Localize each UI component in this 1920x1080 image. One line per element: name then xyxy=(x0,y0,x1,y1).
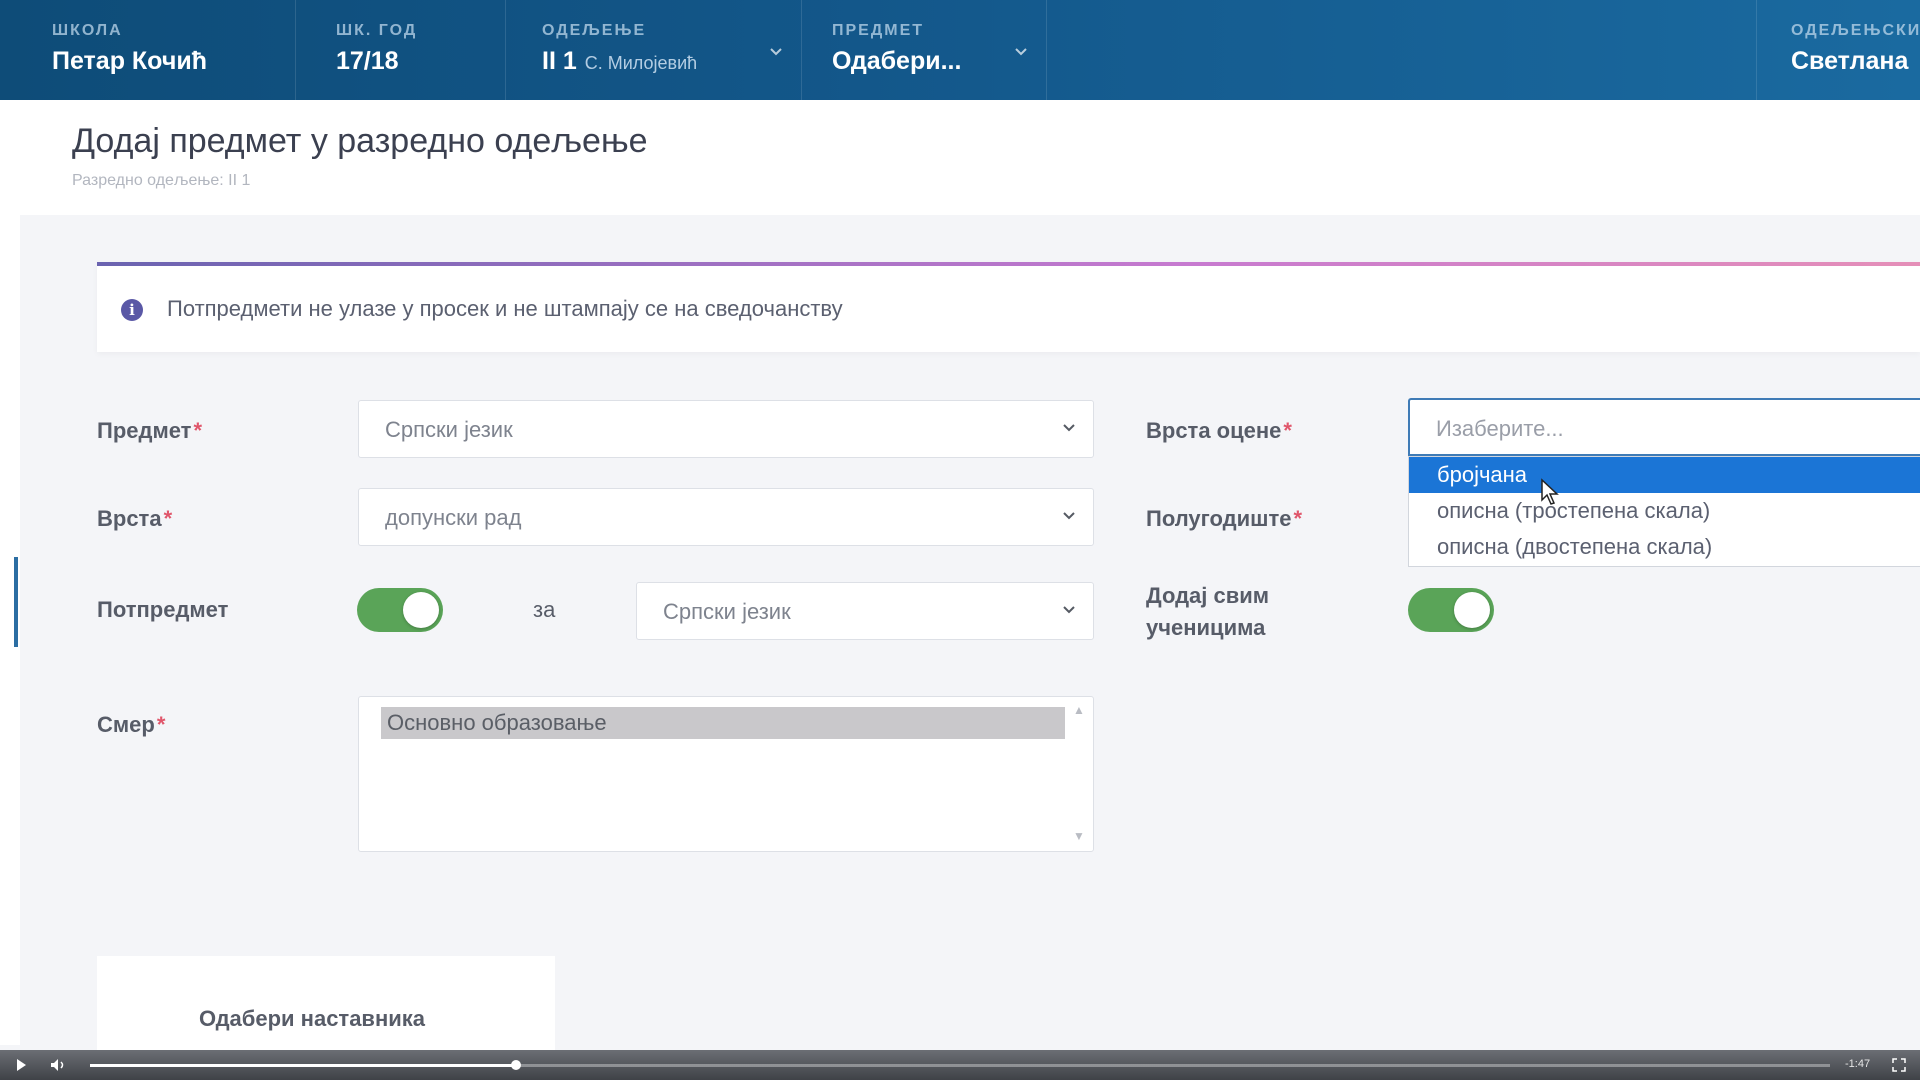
required-marker: * xyxy=(1293,506,1303,531)
required-marker: * xyxy=(163,506,173,531)
chevron-down-icon xyxy=(1059,505,1079,525)
semester-field-label-text: Полугодиште xyxy=(1146,506,1292,531)
direction-option[interactable]: Основно образовање xyxy=(381,707,1065,739)
class-teacher-info[interactable]: Одељењски Светлана xyxy=(1756,0,1920,100)
subject-select-value: Српски језик xyxy=(385,417,513,442)
info-icon: i xyxy=(121,299,143,321)
volume-icon[interactable] xyxy=(50,1058,68,1072)
chevron-down-icon xyxy=(1014,44,1028,58)
video-time: -1:47 xyxy=(1845,1058,1871,1070)
add-all-students-label: Додај свим ученицима xyxy=(1146,580,1269,644)
school-year-selector[interactable]: Шк. год 17/18 xyxy=(296,0,506,100)
direction-field-label-text: Смер xyxy=(97,712,155,737)
type-field-label-text: Врста xyxy=(97,506,162,531)
parent-subject-select-value: Српски језик xyxy=(663,599,791,624)
choose-teacher-label: Одабери наставника xyxy=(199,1006,426,1031)
toggle-knob xyxy=(403,592,439,628)
left-rail xyxy=(0,215,20,1045)
choose-teacher-card[interactable]: Одабери наставника xyxy=(97,956,555,1050)
fullscreen-icon[interactable] xyxy=(1892,1058,1906,1072)
chevron-down-icon xyxy=(769,44,783,58)
grade-type-dropdown-menu: бројчана описна (тростепена скала) описн… xyxy=(1408,456,1920,567)
chevron-down-icon xyxy=(1059,417,1079,437)
header-spacer xyxy=(1047,0,1756,100)
scroll-up-icon[interactable]: ▲ xyxy=(1071,703,1087,719)
add-all-label-line2: ученицима xyxy=(1146,615,1266,640)
page-title: Додај предмет у разредно одељење xyxy=(72,122,648,160)
school-label: Школа xyxy=(52,22,123,39)
page-subtitle: Разредно одељење: II 1 xyxy=(72,172,251,189)
subject-field-label: Предмет* xyxy=(97,418,202,444)
grade-type-field-label: Врста оцене* xyxy=(1146,418,1292,444)
video-progress-bar[interactable] xyxy=(90,1060,1830,1070)
chevron-down-icon xyxy=(1059,599,1079,619)
department-selector[interactable]: Одељење II 1 С. Милојевић xyxy=(506,0,802,100)
type-field-label: Врста* xyxy=(97,506,172,532)
subject-selector[interactable]: Предмет Одабери... xyxy=(802,0,1047,100)
type-select[interactable]: допунски рад xyxy=(358,488,1094,546)
grade-type-placeholder: Изаберите... xyxy=(1436,416,1564,441)
mouse-cursor-icon xyxy=(1541,478,1559,505)
subject-label: Предмет xyxy=(832,22,925,39)
video-progress-fill xyxy=(90,1064,517,1067)
subsubject-label: Потпредмет xyxy=(97,597,229,622)
scroll-down-icon[interactable]: ▼ xyxy=(1071,829,1087,845)
left-rail-indicator xyxy=(14,557,18,647)
department-label: Одељење xyxy=(542,22,647,39)
semester-field-label: Полугодиште* xyxy=(1146,506,1302,532)
video-progress-handle[interactable] xyxy=(511,1060,522,1070)
info-notice: i Потпредмети не улазе у просек и не шта… xyxy=(97,262,1920,352)
direction-listbox[interactable]: Основно образовање ▲ ▼ xyxy=(358,696,1094,852)
grade-type-select[interactable]: Изаберите... xyxy=(1408,398,1920,456)
grade-type-option[interactable]: описна (тростепена скала) xyxy=(1409,493,1920,529)
required-marker: * xyxy=(156,712,166,737)
add-all-label-line1: Додај свим xyxy=(1146,583,1270,608)
class-teacher-label: Одељењски xyxy=(1791,22,1920,39)
for-label: за xyxy=(533,597,556,622)
page-header: Додај предмет у разредно одељење Разредн… xyxy=(0,100,1920,215)
required-marker: * xyxy=(193,418,203,443)
school-selector[interactable]: Школа Петар Кочић xyxy=(0,0,296,100)
top-navigation-bar: Школа Петар Кочић Шк. год 17/18 Одељење … xyxy=(0,0,1920,100)
add-all-students-toggle[interactable] xyxy=(1408,588,1494,632)
department-teacher: С. Милојевић xyxy=(584,53,698,73)
subject-select[interactable]: Српски језик xyxy=(358,400,1094,458)
grade-type-option[interactable]: бројчана xyxy=(1409,457,1920,493)
parent-subject-select[interactable]: Српски језик xyxy=(636,582,1094,640)
subsubject-toggle[interactable] xyxy=(357,588,443,632)
grade-type-field-label-text: Врста оцене xyxy=(1146,418,1282,443)
direction-field-label: Смер* xyxy=(97,712,165,738)
department-value: II 1 xyxy=(542,47,577,75)
school-year-value: 17/18 xyxy=(336,47,399,75)
school-value: Петар Кочић xyxy=(52,47,207,75)
info-text: Потпредмети не улазе у просек и не штамп… xyxy=(167,296,843,321)
type-select-value: допунски рад xyxy=(385,505,522,530)
toggle-knob xyxy=(1454,592,1490,628)
required-marker: * xyxy=(1283,418,1292,443)
subject-field-label-text: Предмет xyxy=(97,418,192,443)
class-teacher-value: Светлана xyxy=(1791,47,1909,75)
play-icon[interactable] xyxy=(14,1058,28,1072)
video-player-controls: -1:47 xyxy=(0,1050,1920,1080)
school-year-label: Шк. год xyxy=(336,22,418,39)
grade-type-option[interactable]: описна (двостепена скала) xyxy=(1409,529,1920,565)
